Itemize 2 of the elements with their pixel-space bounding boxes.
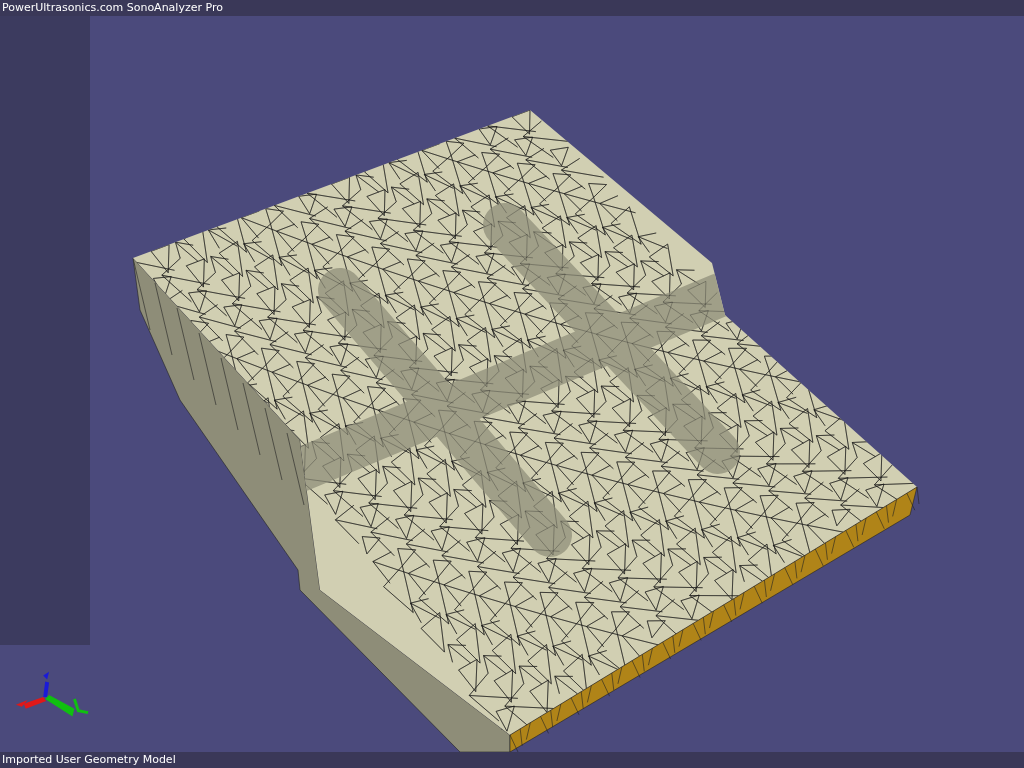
status-text: Imported User Geometry Model (0, 752, 1024, 768)
window-title: PowerUltrasonics.com SonoAnalyzer Pro (0, 0, 1024, 16)
